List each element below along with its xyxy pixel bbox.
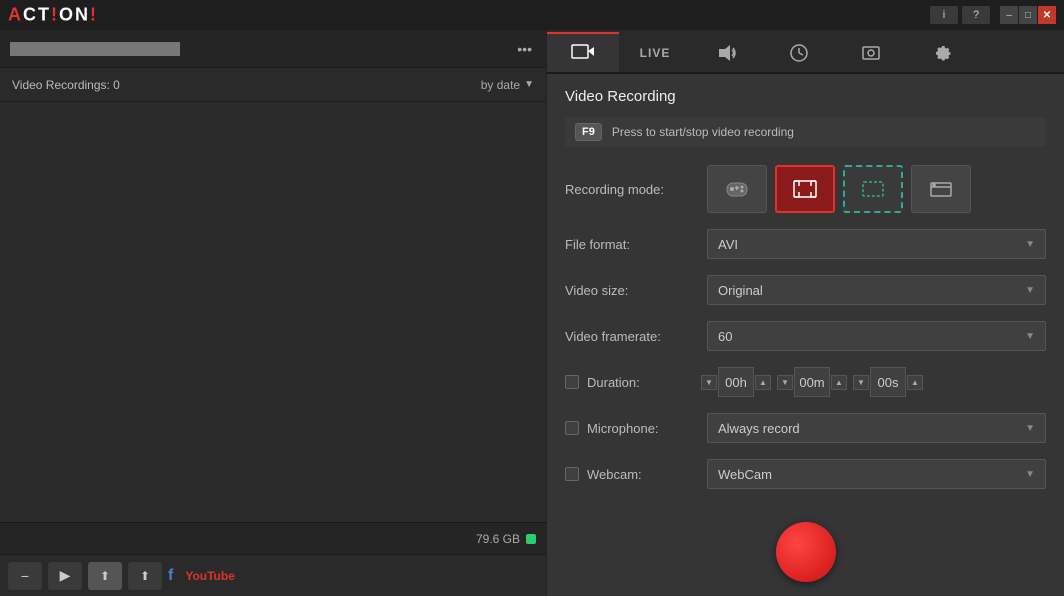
microphone-row: Microphone: Always record ▼ xyxy=(565,413,1046,443)
tab-audio[interactable] xyxy=(691,32,763,72)
tab-bar: LIVE xyxy=(547,30,1064,74)
recording-mode-controls xyxy=(707,165,1046,213)
tab-live[interactable]: LIVE xyxy=(619,32,691,72)
right-content: Video Recording F9 Press to start/stop v… xyxy=(547,74,1064,512)
minutes-value: 00m xyxy=(794,367,830,397)
file-format-row: File format: AVI ▼ xyxy=(565,229,1046,259)
toolbar: − ▶ ⬆ ⬆ f YouTube xyxy=(0,554,546,596)
facebook-button[interactable]: f xyxy=(168,567,173,585)
duration-row: Duration: ▼ 00h ▲ ▼ 00m ▲ xyxy=(565,367,1046,397)
hours-up-button[interactable]: ▲ xyxy=(755,375,771,390)
minutes-down-button[interactable]: ▼ xyxy=(777,375,793,390)
tab-screenshot[interactable] xyxy=(835,32,907,72)
record-button[interactable] xyxy=(776,522,836,582)
play-button[interactable]: ▶ xyxy=(48,562,82,590)
hours-value: 00h xyxy=(718,367,754,397)
video-size-label: Video size: xyxy=(565,283,695,298)
webcam-dropdown[interactable]: WebCam ▼ xyxy=(707,459,1046,489)
folder-options-button[interactable]: ••• xyxy=(513,41,536,57)
microphone-dropdown[interactable]: Always record ▼ xyxy=(707,413,1046,443)
microphone-label: Microphone: xyxy=(587,421,659,436)
file-format-value: AVI xyxy=(718,237,738,252)
record-area xyxy=(547,512,1064,596)
webcam-label: Webcam: xyxy=(587,467,642,482)
folder-path: ████████████████████ xyxy=(10,42,513,56)
maximize-button[interactable]: □ xyxy=(1019,6,1037,24)
mode-window-button[interactable] xyxy=(911,165,971,213)
tab-video[interactable] xyxy=(547,32,619,72)
file-format-label: File format: xyxy=(565,237,695,252)
remove-button[interactable]: − xyxy=(8,562,42,590)
duration-label: Duration: xyxy=(587,375,640,390)
mode-gamepad-button[interactable] xyxy=(707,165,767,213)
duration-controls: ▼ 00h ▲ ▼ 00m ▲ ▼ 00s ▲ xyxy=(701,367,923,397)
webcam-arrow-icon: ▼ xyxy=(1025,469,1035,480)
framerate-value: 60 xyxy=(718,329,732,344)
shortcut-key: F9 xyxy=(575,123,602,141)
shortcut-bar: F9 Press to start/stop video recording xyxy=(565,117,1046,147)
close-button[interactable]: ✕ xyxy=(1038,6,1056,24)
seconds-down-button[interactable]: ▼ xyxy=(853,375,869,390)
framerate-label: Video framerate: xyxy=(565,329,695,344)
duration-checkbox[interactable] xyxy=(565,375,579,389)
mode-region-button[interactable] xyxy=(843,165,903,213)
hours-down-button[interactable]: ▼ xyxy=(701,375,717,390)
sort-area[interactable]: by date ▼ xyxy=(481,78,534,92)
storage-text: 79.6 GB xyxy=(476,532,520,546)
youtube-button[interactable]: YouTube xyxy=(179,567,241,585)
section-title: Video Recording xyxy=(565,88,1046,105)
file-format-dropdown[interactable]: AVI ▼ xyxy=(707,229,1046,259)
sort-label: by date xyxy=(481,78,520,92)
shortcut-description: Press to start/stop video recording xyxy=(612,125,794,139)
storage-indicator xyxy=(526,534,536,544)
help-button[interactable]: ? xyxy=(962,6,990,24)
recordings-bar: Video Recordings: 0 by date ▼ xyxy=(0,68,546,102)
minimize-button[interactable]: – xyxy=(1000,6,1018,24)
webcam-checkbox[interactable] xyxy=(565,467,579,481)
video-size-value: Original xyxy=(718,283,763,298)
webcam-row: Webcam: WebCam ▼ xyxy=(565,459,1046,489)
tab-settings[interactable] xyxy=(907,32,979,72)
app-logo: ACT!ON! xyxy=(8,5,98,26)
recordings-content xyxy=(0,102,546,522)
framerate-arrow-icon: ▼ xyxy=(1025,331,1035,342)
framerate-dropdown[interactable]: 60 ▼ xyxy=(707,321,1046,351)
microphone-arrow-icon: ▼ xyxy=(1025,423,1035,434)
share-button[interactable]: ⬆ xyxy=(128,562,162,590)
minutes-up-button[interactable]: ▲ xyxy=(831,375,847,390)
mode-fullscreen-button[interactable] xyxy=(775,165,835,213)
video-size-row: Video size: Original ▼ xyxy=(565,275,1046,305)
microphone-checkbox[interactable] xyxy=(565,421,579,435)
info-button[interactable]: i xyxy=(930,6,958,24)
video-size-arrow-icon: ▼ xyxy=(1025,285,1035,296)
upload-button[interactable]: ⬆ xyxy=(88,562,122,590)
tab-clock[interactable] xyxy=(763,32,835,72)
recording-mode-label: Recording mode: xyxy=(565,182,695,197)
microphone-value: Always record xyxy=(718,421,800,436)
storage-footer: 79.6 GB xyxy=(0,522,546,554)
recording-mode-row: Recording mode: xyxy=(565,165,1046,213)
left-header: ████████████████████ ••• xyxy=(0,30,546,68)
seconds-value: 00s xyxy=(870,367,906,397)
file-format-arrow-icon: ▼ xyxy=(1025,239,1035,250)
recordings-count: Video Recordings: 0 xyxy=(12,78,120,92)
sort-chevron-icon: ▼ xyxy=(524,79,534,90)
seconds-up-button[interactable]: ▲ xyxy=(907,375,923,390)
webcam-value: WebCam xyxy=(718,467,772,482)
video-size-dropdown[interactable]: Original ▼ xyxy=(707,275,1046,305)
framerate-row: Video framerate: 60 ▼ xyxy=(565,321,1046,351)
